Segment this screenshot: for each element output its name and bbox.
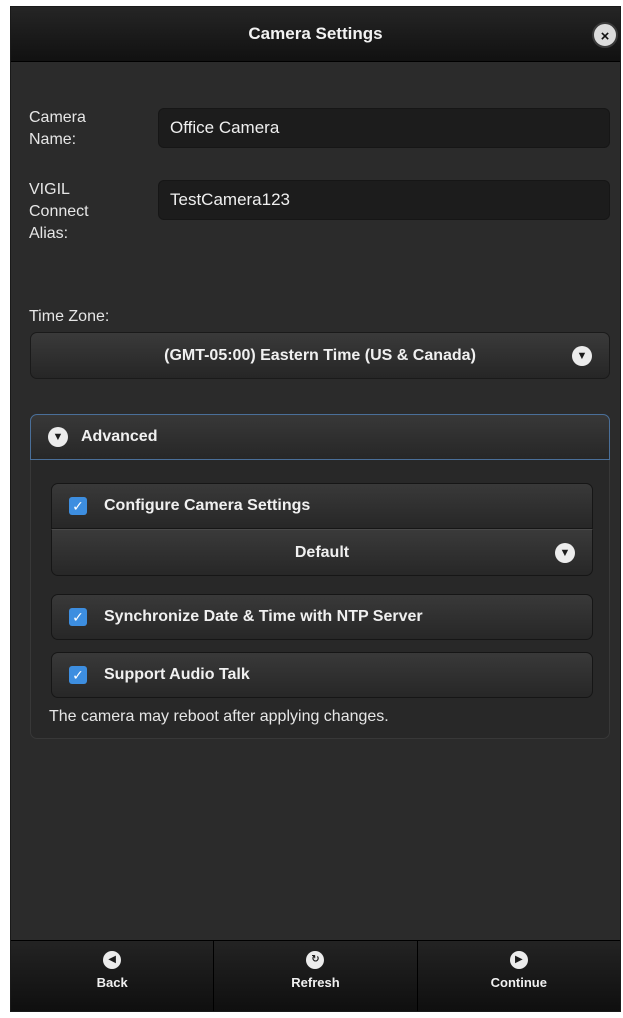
camera-name-label-line1: Camera xyxy=(29,109,86,126)
back-label: Back xyxy=(96,975,128,990)
camera-name-label: Camera Name: xyxy=(29,107,86,151)
camera-settings-profile-value: Default xyxy=(294,544,350,561)
configure-camera-settings-checkbox[interactable]: ✓ Configure Camera Settings xyxy=(51,483,593,529)
sync-ntp-label: Synchronize Date & Time with NTP Server xyxy=(104,608,423,625)
configure-camera-settings-label: Configure Camera Settings xyxy=(104,497,311,514)
refresh-button[interactable]: ↻ Refresh xyxy=(214,941,418,1011)
timezone-value: (GMT-05:00) Eastern Time (US & Canada) xyxy=(164,347,476,364)
reboot-note: The camera may reboot after applying cha… xyxy=(49,708,389,725)
camera-name-input[interactable] xyxy=(158,108,610,148)
chevron-down-icon: ▼ xyxy=(572,346,592,366)
camera-settings-dialog: Camera Settings × Camera Name: VIGIL Con… xyxy=(10,6,621,1012)
continue-button[interactable]: ▶ Continue xyxy=(418,941,620,1011)
refresh-icon: ↻ xyxy=(306,951,325,969)
checkmark-icon: ✓ xyxy=(69,666,87,684)
chevron-right-icon: ▶ xyxy=(509,951,528,969)
chevron-left-icon: ◀ xyxy=(103,951,122,969)
advanced-label: Advanced xyxy=(81,428,158,445)
audio-talk-label: Support Audio Talk xyxy=(104,666,250,683)
close-icon[interactable]: × xyxy=(592,22,618,48)
dialog-title: Camera Settings xyxy=(248,24,383,43)
checkmark-icon: ✓ xyxy=(69,497,87,515)
back-button[interactable]: ◀ Back xyxy=(11,941,215,1011)
continue-label: Continue xyxy=(490,975,547,990)
sync-ntp-checkbox[interactable]: ✓ Synchronize Date & Time with NTP Serve… xyxy=(51,594,593,640)
camera-name-label-line2: Name: xyxy=(29,131,77,148)
alias-label-line1: VIGIL xyxy=(29,181,70,198)
advanced-toggle[interactable]: ▼ Advanced xyxy=(30,414,610,460)
alias-label-line3: Alias: xyxy=(29,225,69,242)
footer-toolbar: ◀ Back ↻ Refresh ▶ Continue xyxy=(11,940,620,1011)
alias-label: VIGIL Connect Alias: xyxy=(29,179,89,245)
advanced-panel: ✓ Configure Camera Settings Default ▼ ✓ … xyxy=(30,460,610,739)
camera-settings-profile-select[interactable]: Default ▼ xyxy=(51,529,593,576)
chevron-down-icon: ▼ xyxy=(555,543,575,563)
alias-label-line2: Connect xyxy=(29,203,89,220)
timezone-label: Time Zone: xyxy=(29,308,110,325)
checkmark-icon: ✓ xyxy=(69,608,87,626)
chevron-down-icon: ▼ xyxy=(48,427,68,447)
refresh-label: Refresh xyxy=(291,975,340,990)
audio-talk-checkbox[interactable]: ✓ Support Audio Talk xyxy=(51,652,593,698)
timezone-select[interactable]: (GMT-05:00) Eastern Time (US & Canada) ▼ xyxy=(30,332,610,379)
dialog-titlebar: Camera Settings × xyxy=(11,7,620,62)
alias-input[interactable] xyxy=(158,180,610,220)
